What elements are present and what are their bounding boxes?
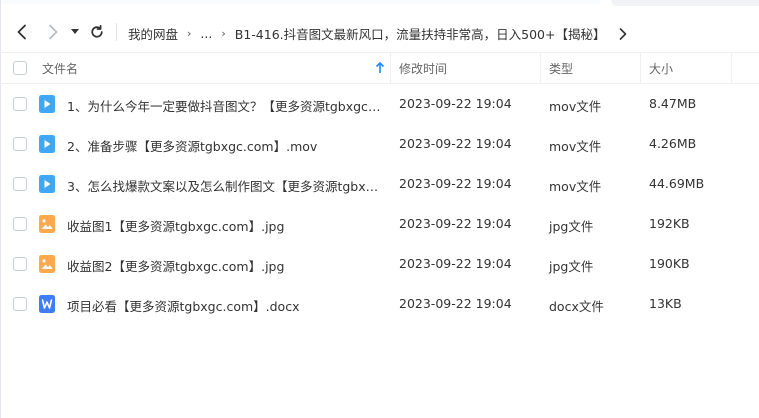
file-name[interactable]: 2、准备步骤【更多资源tgbxgc.com】.mov <box>67 136 383 155</box>
breadcrumb-ellipsis[interactable]: ... <box>200 26 212 41</box>
column-header-size[interactable]: 大小 <box>649 53 673 84</box>
file-size: 13KB <box>649 296 682 311</box>
chevron-right-icon <box>49 24 58 40</box>
file-modified-time: 2023-09-22 19:04 <box>399 216 512 231</box>
row-checkbox[interactable] <box>13 97 27 111</box>
select-all-checkbox[interactable] <box>13 61 27 75</box>
image-file-icon <box>39 215 55 233</box>
file-list: 1、为什么今年一定要做抖音图文？【更多资源tgbxgc.com】.mov 202… <box>0 84 759 324</box>
image-file-icon <box>39 255 55 273</box>
file-type: jpg文件 <box>549 259 594 274</box>
row-checkbox[interactable] <box>13 257 27 271</box>
breadcrumb-current-folder[interactable]: B1-416.抖音图文最新风口，流量扶持非常高，日入500+【揭秘】 <box>235 24 606 43</box>
file-type: mov文件 <box>549 99 602 114</box>
word-file-icon <box>39 295 55 313</box>
chevron-right-icon <box>620 27 627 40</box>
column-divider[interactable] <box>540 53 541 84</box>
file-row[interactable]: 3、怎么找爆款文案以及怎么制作图文【更多资源tgbxgc.com】.mov 20… <box>0 164 759 204</box>
row-checkbox[interactable] <box>13 137 27 151</box>
refresh-button[interactable] <box>86 20 108 44</box>
column-divider[interactable] <box>640 53 641 84</box>
breadcrumb-separator: › <box>221 27 226 40</box>
column-header-name-label: 文件名 <box>42 62 79 76</box>
file-name[interactable]: 收益图2【更多资源tgbxgc.com】.jpg <box>67 256 383 275</box>
navigation-bar: 我的网盘 › ... › B1-416.抖音图文最新风口，流量扶持非常高，日入5… <box>0 14 759 52</box>
file-modified-time: 2023-09-22 19:04 <box>399 96 512 111</box>
file-size: 8.47MB <box>649 96 697 111</box>
file-size: 44.69MB <box>649 176 705 191</box>
row-checkbox[interactable] <box>13 177 27 191</box>
column-header-mtime[interactable]: 修改时间 <box>399 53 447 84</box>
breadcrumb: 我的网盘 › ... › B1-416.抖音图文最新风口，流量扶持非常高，日入5… <box>128 24 627 43</box>
column-header-mtime-label: 修改时间 <box>399 62 448 76</box>
top-strip <box>0 0 600 4</box>
file-name[interactable]: 1、为什么今年一定要做抖音图文？【更多资源tgbxgc.com】.mov <box>67 96 383 115</box>
search-box-edge[interactable] <box>611 0 759 6</box>
file-size: 192KB <box>649 216 690 231</box>
column-header-name[interactable]: 文件名 <box>42 53 390 84</box>
history-dropdown-button[interactable] <box>68 20 82 44</box>
file-modified-time: 2023-09-22 19:04 <box>399 296 512 311</box>
file-name[interactable]: 3、怎么找爆款文案以及怎么制作图文【更多资源tgbxgc.com】.mov <box>67 176 383 195</box>
file-size: 190KB <box>649 256 690 271</box>
file-row[interactable]: 1、为什么今年一定要做抖音图文？【更多资源tgbxgc.com】.mov 202… <box>0 84 759 124</box>
file-type: docx文件 <box>549 299 604 314</box>
breadcrumb-root[interactable]: 我的网盘 <box>128 24 178 43</box>
file-modified-time: 2023-09-22 19:04 <box>399 256 512 271</box>
file-list-header: 文件名 修改时间 类型 大小 <box>0 52 759 84</box>
back-button[interactable] <box>11 20 33 44</box>
file-type: mov文件 <box>549 179 602 194</box>
breadcrumb-separator: › <box>187 27 192 40</box>
caret-down-icon <box>71 29 79 34</box>
sort-ascending-icon[interactable] <box>374 62 386 74</box>
file-type: mov文件 <box>549 139 602 154</box>
file-row[interactable]: 2、准备步骤【更多资源tgbxgc.com】.mov 2023-09-22 19… <box>0 124 759 164</box>
file-row[interactable]: 收益图2【更多资源tgbxgc.com】.jpg 2023-09-22 19:0… <box>0 244 759 284</box>
column-divider[interactable] <box>731 53 732 84</box>
forward-button[interactable] <box>42 20 64 44</box>
column-header-type-label: 类型 <box>549 62 574 76</box>
video-file-icon <box>39 175 55 193</box>
nav-divider <box>116 23 117 41</box>
file-size: 4.26MB <box>649 136 697 151</box>
video-file-icon <box>39 135 55 153</box>
column-header-type[interactable]: 类型 <box>549 53 573 84</box>
column-divider[interactable] <box>390 53 391 84</box>
file-name[interactable]: 项目必看【更多资源tgbxgc.com】.docx <box>67 296 383 315</box>
file-row[interactable]: 项目必看【更多资源tgbxgc.com】.docx 2023-09-22 19:… <box>0 284 759 324</box>
file-type: jpg文件 <box>549 219 594 234</box>
chevron-left-icon <box>17 24 26 40</box>
video-file-icon <box>39 95 55 113</box>
column-header-size-label: 大小 <box>649 62 674 76</box>
breadcrumb-expand-button[interactable] <box>619 27 627 40</box>
file-name[interactable]: 收益图1【更多资源tgbxgc.com】.jpg <box>67 216 383 235</box>
file-row[interactable]: 收益图1【更多资源tgbxgc.com】.jpg 2023-09-22 19:0… <box>0 204 759 244</box>
file-modified-time: 2023-09-22 19:04 <box>399 136 512 151</box>
refresh-icon <box>91 25 103 38</box>
row-checkbox[interactable] <box>13 217 27 231</box>
row-checkbox[interactable] <box>13 297 27 311</box>
file-modified-time: 2023-09-22 19:04 <box>399 176 512 191</box>
